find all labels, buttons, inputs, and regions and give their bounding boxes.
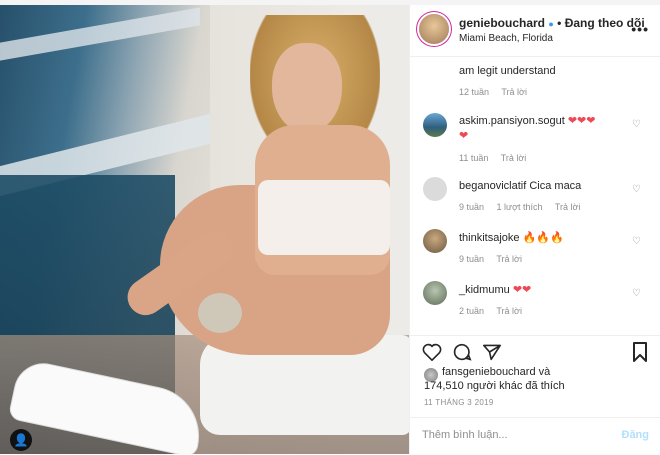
user-tag-icon[interactable]: 👤 — [10, 429, 32, 451]
location-link[interactable]: Miami Beach, Florida — [459, 33, 553, 44]
reply-button[interactable]: Trả lời — [496, 306, 522, 316]
comment-time: 9 tuần — [459, 254, 485, 264]
comment-icon[interactable] — [452, 343, 472, 361]
reply-button[interactable]: Trả lời — [555, 202, 581, 212]
like-heart-icon[interactable]: ♡ — [632, 288, 641, 299]
comment-likes[interactable]: 1 lượt thích — [497, 202, 543, 212]
action-bar — [410, 335, 660, 366]
heart-emoji: ❤❤❤ — [567, 115, 596, 127]
avatar[interactable] — [423, 177, 447, 201]
post-photo[interactable]: 👤 — [0, 5, 409, 454]
reply-button[interactable]: Trả lời — [501, 153, 527, 163]
likes-count[interactable]: 174,510 người khác đã thích — [424, 380, 565, 392]
like-heart-icon[interactable]: ♡ — [632, 119, 641, 130]
save-bookmark-icon[interactable] — [632, 342, 648, 362]
comment-text: Cica maca — [529, 180, 582, 192]
likes-summary: fansgeniebouchard và 174,510 người khác … — [424, 366, 565, 392]
like-heart-icon[interactable]: ♡ — [632, 236, 641, 247]
comment-username[interactable]: askim.pansiyon.sogut — [459, 115, 565, 127]
post-side-panel: geniebouchard ● • Đang theo dõi Miami Be… — [409, 5, 660, 454]
avatar[interactable] — [423, 229, 447, 253]
comment-time: 9 tuần — [459, 202, 485, 212]
comment-input[interactable]: Thêm bình luận... — [422, 429, 508, 441]
comment-username[interactable]: _kidmumu — [459, 284, 510, 296]
post-date: 11 THÁNG 3 2019 — [424, 398, 494, 407]
fire-emoji: 🔥🔥🔥 — [522, 232, 564, 244]
heart-emoji: ❤❤ — [512, 284, 532, 296]
add-comment-bar: Thêm bình luận... Đăng — [410, 417, 660, 455]
separator: • — [557, 16, 562, 30]
reply-button[interactable]: Trả lời — [501, 87, 527, 97]
username-link[interactable]: geniebouchard — [459, 16, 545, 30]
post-header: geniebouchard ● • Đang theo dõi Miami Be… — [410, 5, 660, 57]
avatar[interactable] — [423, 281, 447, 305]
heart-emoji: ❤ — [459, 130, 469, 142]
like-heart-icon[interactable]: ♡ — [632, 184, 641, 195]
comment-time: 11 tuần — [459, 153, 489, 163]
verified-badge-icon: ● — [548, 19, 554, 29]
avatar[interactable] — [419, 14, 449, 44]
post-comment-button[interactable]: Đăng — [622, 429, 650, 441]
like-heart-icon[interactable] — [422, 343, 442, 361]
reply-button[interactable]: Trả lời — [496, 254, 522, 264]
comments-list[interactable]: am legit understand 12 tuần Trả lời aski… — [410, 57, 660, 333]
share-icon[interactable] — [482, 343, 502, 361]
comment-time: 12 tuần — [459, 87, 490, 97]
comment-time: 2 tuần — [459, 306, 485, 316]
comment-text: am legit understand — [459, 65, 556, 77]
comment-username[interactable]: thinkitsajoke — [459, 232, 520, 244]
comment-username[interactable]: beganoviclatif — [459, 180, 526, 192]
liker-username[interactable]: fansgeniebouchard — [442, 366, 536, 378]
avatar[interactable] — [423, 113, 447, 137]
more-options-icon[interactable]: ••• — [631, 21, 649, 37]
